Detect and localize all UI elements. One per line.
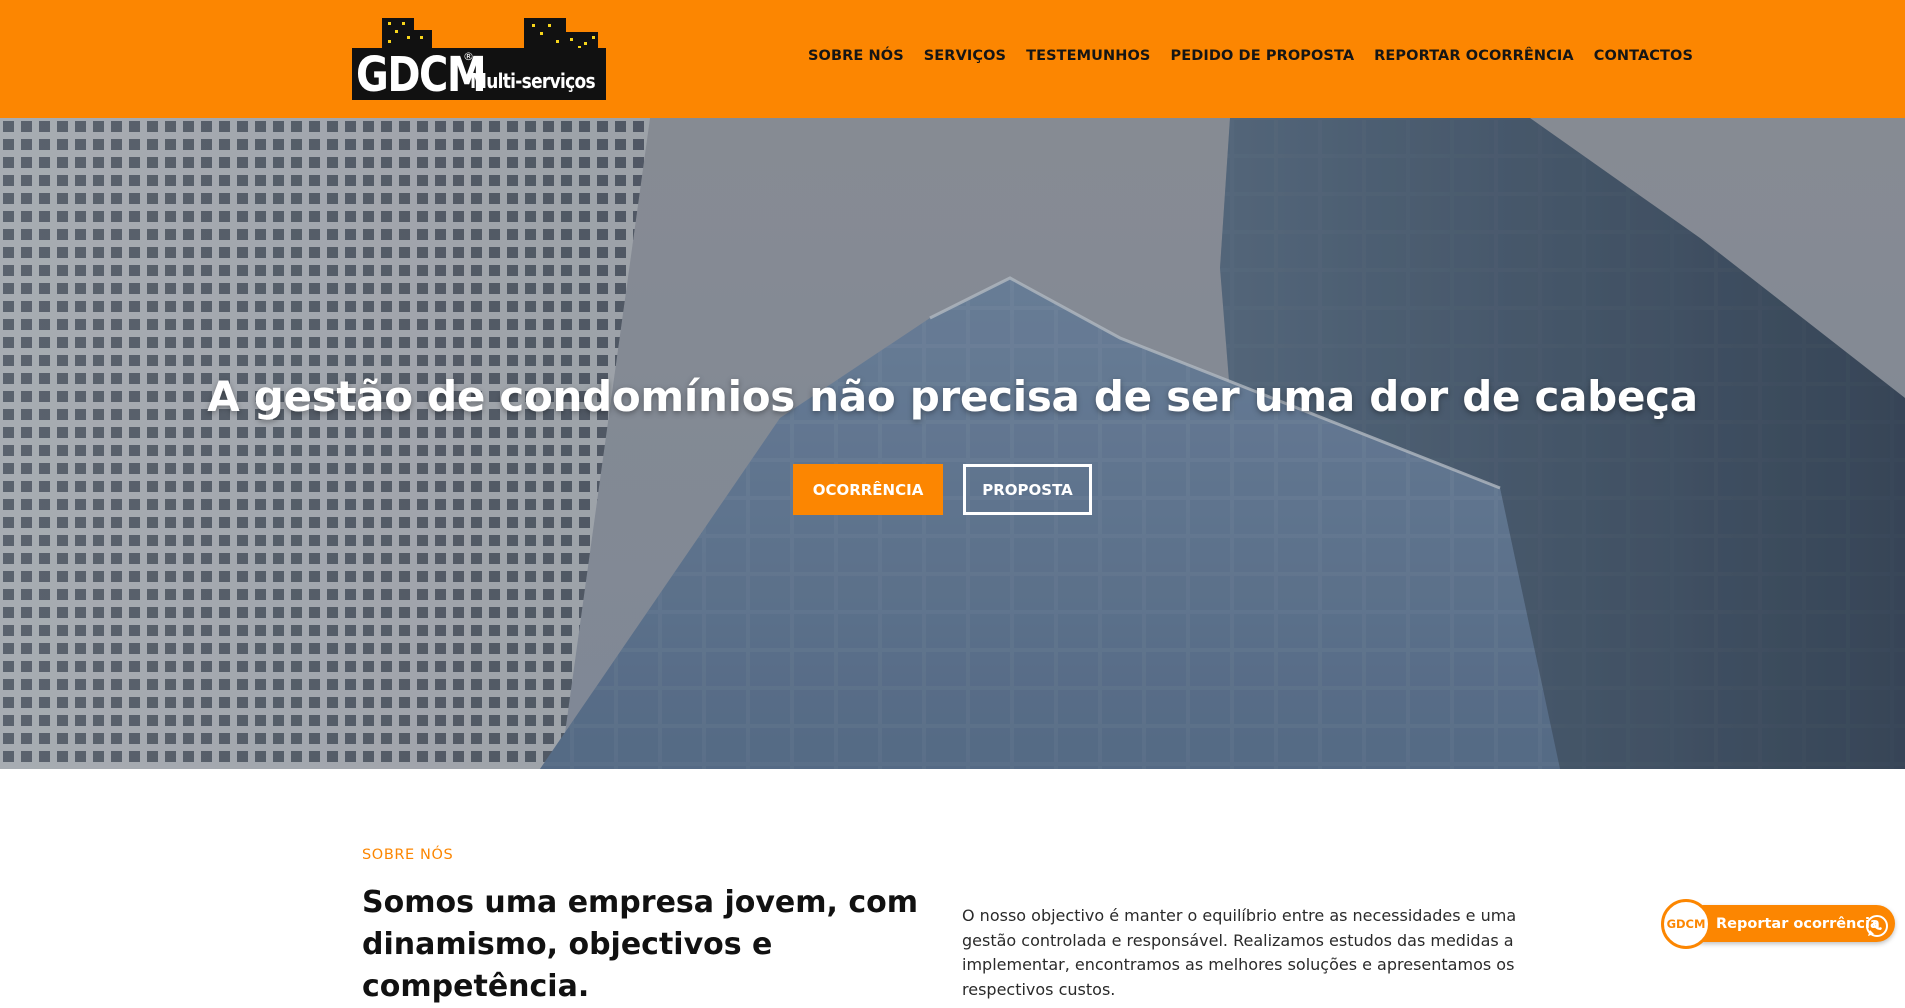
gdcm-avatar: GDCM (1661, 899, 1711, 949)
whatsapp-icon[interactable] (1864, 913, 1890, 939)
nav-item-servicos[interactable]: SERVIÇOS (924, 48, 1006, 64)
main-nav: SOBRE NÓS SERVIÇOS TESTEMUNHOS PEDIDO DE… (808, 48, 1693, 64)
section-tag: SOBRE NÓS (362, 847, 454, 863)
nav-item-contactos[interactable]: CONTACTOS (1594, 48, 1693, 64)
nav-item-testemunhos[interactable]: TESTEMUNHOS (1026, 48, 1150, 64)
nav-item-pedido-de-proposta[interactable]: PEDIDO DE PROPOSTA (1170, 48, 1354, 64)
report-floating-button[interactable]: GDCM Reportar ocorrência (1661, 899, 1895, 949)
logo-registered-mark: ® (463, 50, 474, 63)
nav-item-reportar-ocorrencia[interactable]: REPORTAR OCORRÊNCIA (1374, 48, 1574, 64)
ocorrencia-button[interactable]: OCORRÊNCIA (793, 464, 943, 515)
section-intro-cut (362, 986, 922, 995)
logo-subtitle: Multi-serviços (470, 70, 596, 94)
hero-banner (0, 118, 1905, 769)
nav-item-sobre-nos[interactable]: SOBRE NÓS (808, 48, 904, 64)
hero-title: A gestão de condomínios não precisa de s… (207, 372, 1698, 421)
section-body-text: O nosso objectivo é manter o equilíbrio … (962, 906, 1517, 999)
hero-overlay (0, 118, 1905, 769)
report-label[interactable]: Reportar ocorrência (1716, 916, 1880, 932)
brand-logo[interactable]: GDCM ® Multi-serviços (352, 18, 606, 103)
site-header: GDCM ® Multi-serviços SOBRE NÓS SERVIÇOS… (0, 0, 1905, 118)
proposta-button[interactable]: PROPOSTA (963, 464, 1092, 515)
